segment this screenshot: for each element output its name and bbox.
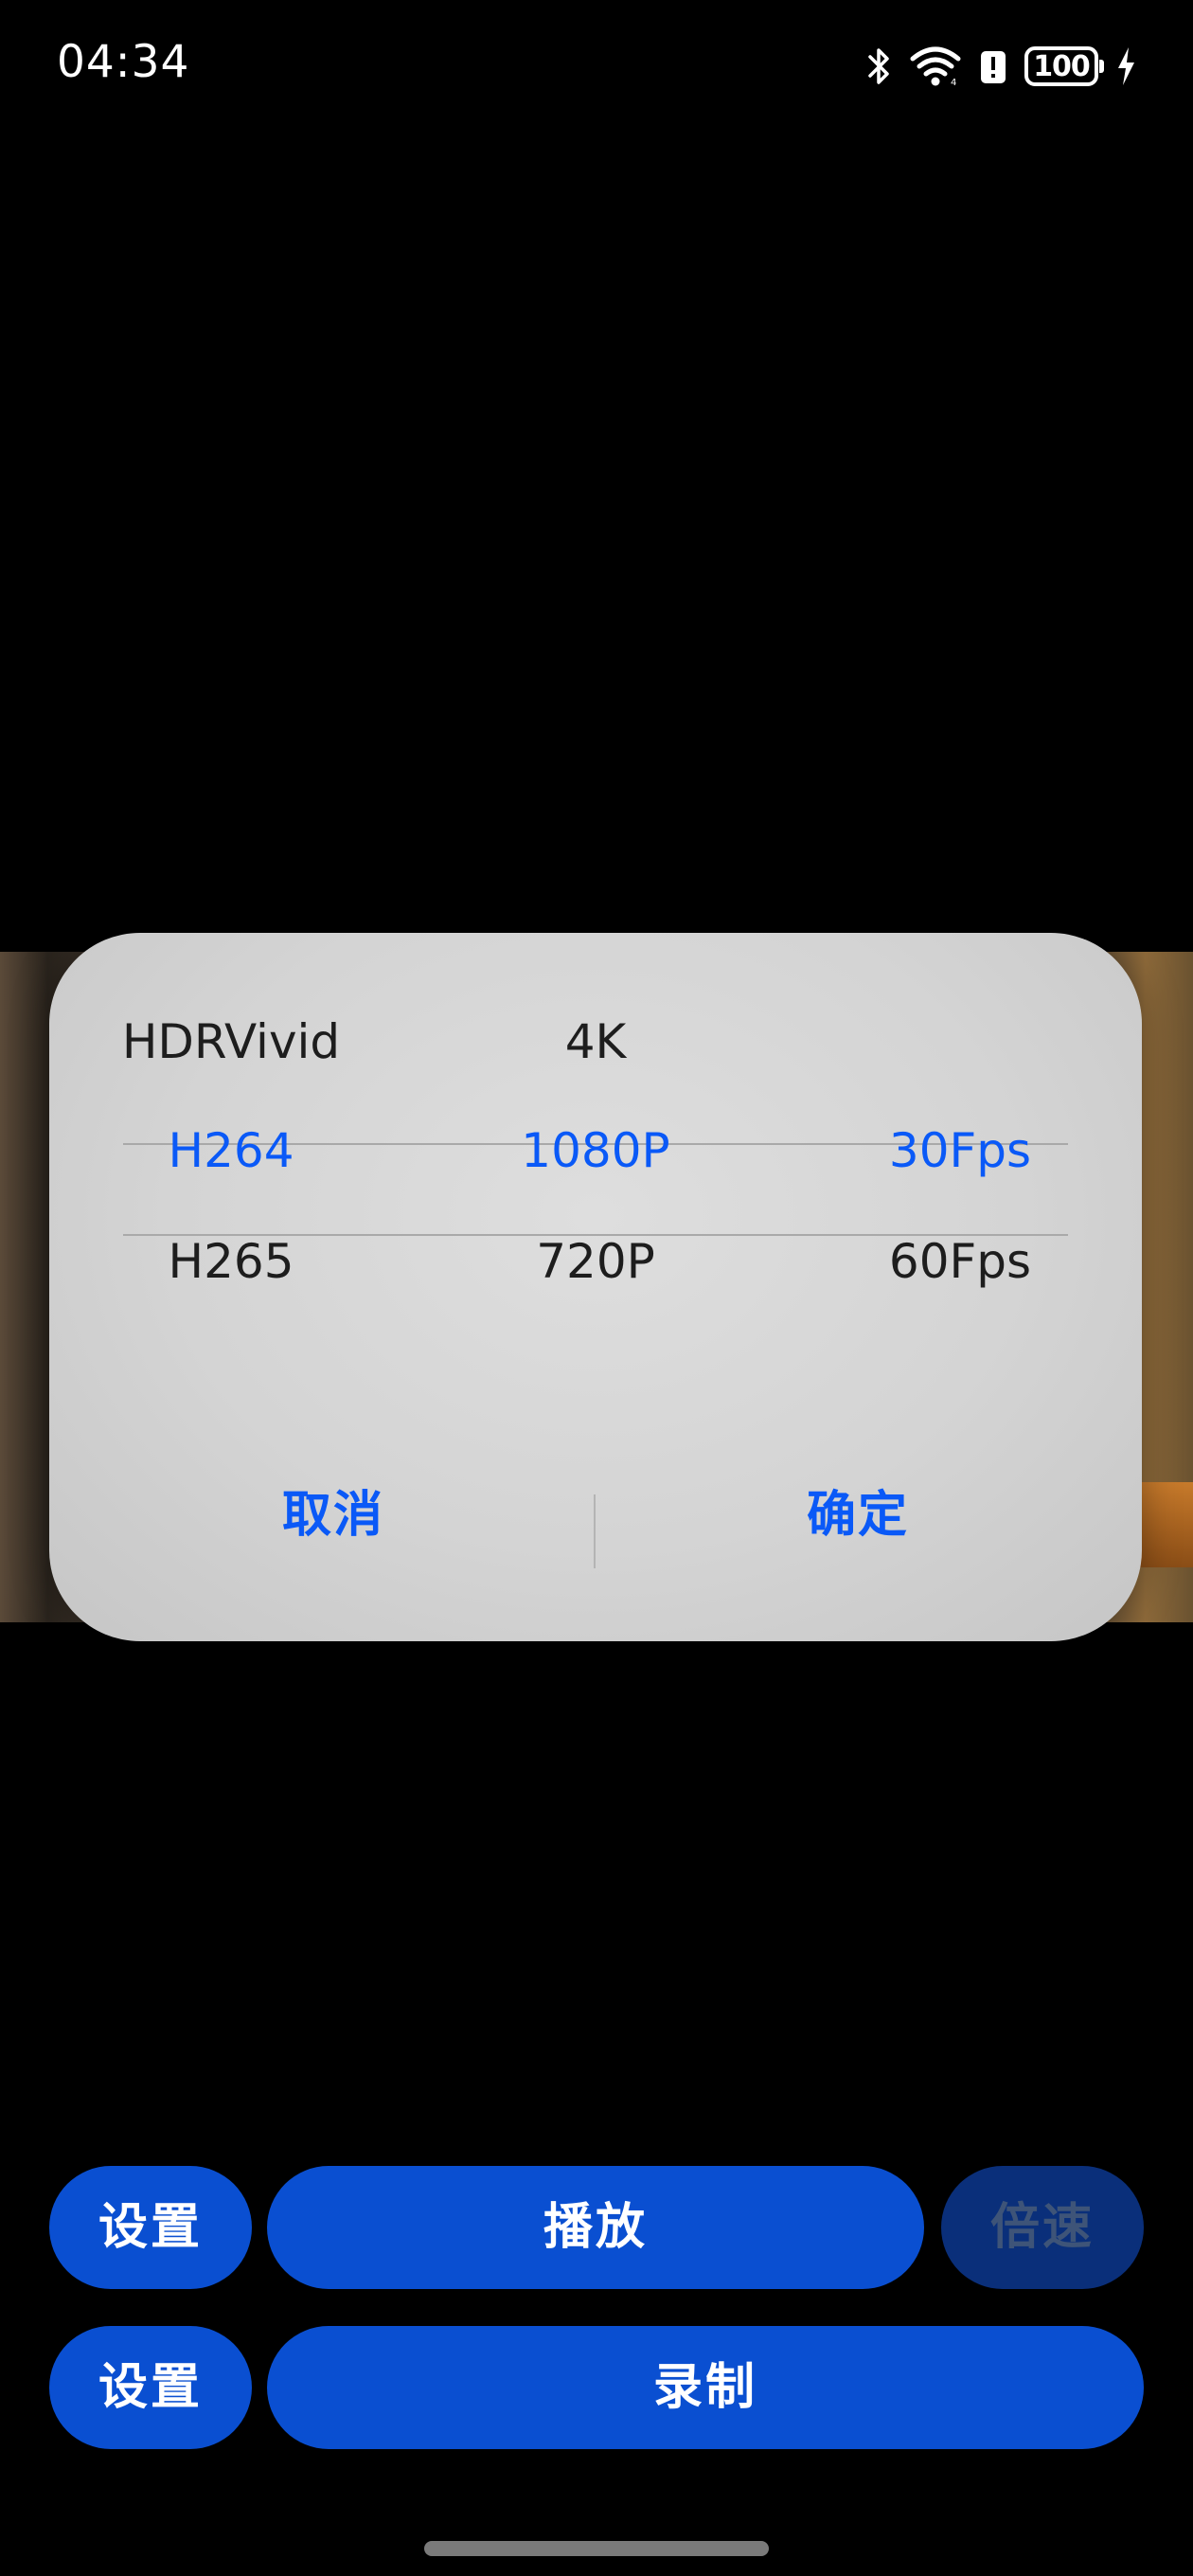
home-indicator[interactable] (424, 2541, 769, 2556)
record-button[interactable]: 录制 (267, 2326, 1144, 2449)
record-settings-button[interactable]: 设置 (49, 2326, 252, 2449)
codec-option[interactable]: HDRVivid (122, 990, 340, 1094)
codec-option-selected[interactable]: H264 (168, 1099, 294, 1203)
wifi-icon: 4 (909, 45, 962, 87)
picker-row[interactable]: H265 720P 60Fps (49, 1209, 1142, 1314)
confirm-button[interactable]: 确定 (631, 1463, 1085, 1567)
play-button[interactable]: 播放 (267, 2166, 924, 2289)
resolution-option-selected[interactable]: 1080P (521, 1099, 669, 1203)
alert-icon (979, 45, 1007, 87)
svg-text:4: 4 (951, 78, 956, 87)
codec-option[interactable]: H265 (168, 1209, 294, 1314)
speed-button[interactable]: 倍速 (941, 2166, 1144, 2289)
fps-option[interactable]: 60Fps (889, 1209, 1031, 1314)
charging-icon (1115, 45, 1136, 87)
status-time: 04:34 (57, 36, 190, 88)
format-dialog: HDRVivid 4K H264 1080P 30Fps H265 720P 6… (49, 933, 1142, 1641)
screen: 04:34 4 100 HDRVivid 4K H264 1080P 30Fps… (0, 0, 1193, 2576)
resolution-option[interactable]: 4K (565, 990, 627, 1094)
button-separator (594, 1494, 596, 1568)
picker-row-selected[interactable]: H264 1080P 30Fps (49, 1099, 1142, 1203)
picker-row[interactable]: HDRVivid 4K (49, 990, 1142, 1094)
status-icons: 4 100 (867, 42, 1136, 91)
bluetooth-icon (867, 45, 892, 87)
resolution-option[interactable]: 720P (536, 1209, 655, 1314)
battery-icon: 100 (1024, 46, 1104, 86)
play-settings-button[interactable]: 设置 (49, 2166, 252, 2289)
cancel-button[interactable]: 取消 (106, 1463, 561, 1567)
fps-option-selected[interactable]: 30Fps (889, 1099, 1031, 1203)
